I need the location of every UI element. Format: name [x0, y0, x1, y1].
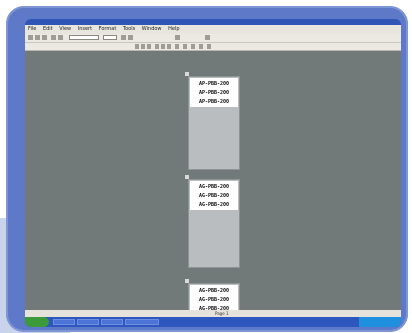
- label-line: AG-PBB-200: [198, 184, 230, 190]
- copy-icon[interactable]: [128, 35, 133, 40]
- label-line: AP-PBB-200: [198, 90, 230, 96]
- page-marker: [185, 279, 189, 283]
- menu-insert[interactable]: Insert: [78, 26, 92, 32]
- save-icon[interactable]: [42, 35, 47, 40]
- menu-bar: File Edit View Insert Format Tools Windo…: [25, 25, 401, 34]
- font-field[interactable]: [69, 35, 99, 40]
- print-icon[interactable]: [51, 35, 56, 40]
- underline-icon[interactable]: [147, 44, 151, 49]
- label-line: AP-PBB-200: [198, 99, 230, 105]
- undo-icon[interactable]: [175, 35, 180, 40]
- italic-icon[interactable]: [141, 44, 145, 49]
- page-marker: [185, 72, 189, 76]
- application-window: File Edit View Insert Format Tools Windo…: [25, 19, 401, 327]
- preview-icon[interactable]: [58, 35, 63, 40]
- list-icon[interactable]: [175, 44, 179, 49]
- taskbar-item[interactable]: [101, 319, 123, 325]
- bold-icon[interactable]: [135, 44, 139, 49]
- menu-window[interactable]: Window: [142, 26, 162, 32]
- taskbar-item[interactable]: [53, 319, 75, 325]
- system-tray[interactable]: [359, 317, 401, 327]
- menu-format[interactable]: Format: [99, 26, 117, 32]
- align-center-icon[interactable]: [161, 44, 165, 49]
- standard-toolbar: [25, 34, 401, 43]
- new-icon[interactable]: [28, 35, 33, 40]
- label-page[interactable]: AP-PBB-200 AP-PBB-200 AP-PBB-200: [189, 77, 239, 169]
- label-line: AG-PBB-200: [198, 288, 230, 294]
- format-toolbar: [25, 43, 401, 51]
- page-info: Page 1: [215, 311, 229, 316]
- menu-tools[interactable]: Tools: [123, 26, 135, 32]
- align-right-icon[interactable]: [167, 44, 171, 49]
- document-area[interactable]: AP-PBB-200 AP-PBB-200 AP-PBB-200 AG-PBB-…: [25, 51, 401, 324]
- cut-icon[interactable]: [121, 35, 126, 40]
- label-line: AG-PBB-200: [198, 202, 230, 208]
- menu-view[interactable]: View: [59, 26, 71, 32]
- size-field[interactable]: [103, 35, 117, 40]
- open-icon[interactable]: [35, 35, 40, 40]
- taskbar-item[interactable]: [77, 319, 99, 325]
- page-marker: [185, 175, 189, 179]
- color-icon[interactable]: [199, 44, 203, 49]
- align-left-icon[interactable]: [155, 44, 159, 49]
- taskbar: [25, 317, 401, 327]
- redo-icon[interactable]: [205, 35, 210, 40]
- taskbar-item[interactable]: [125, 319, 159, 325]
- label-block: AP-PBB-200 AP-PBB-200 AP-PBB-200: [190, 78, 238, 107]
- label-page[interactable]: AG-PBB-200 AG-PBB-200 AG-PBB-200: [189, 180, 239, 267]
- indent-icon[interactable]: [183, 44, 187, 49]
- menu-file[interactable]: File: [28, 26, 36, 32]
- zoom-icon[interactable]: [207, 44, 211, 49]
- start-button[interactable]: [25, 317, 49, 327]
- label-line: AG-PBB-200: [198, 297, 230, 303]
- menu-edit[interactable]: Edit: [43, 26, 53, 32]
- label-line: AP-PBB-200: [198, 81, 230, 87]
- border-icon[interactable]: [191, 44, 195, 49]
- status-bar: Page 1: [25, 310, 401, 317]
- label-block: AG-PBB-200 AG-PBB-200 AG-PBB-200: [190, 181, 238, 210]
- menu-help[interactable]: Help: [168, 26, 179, 32]
- label-line: AG-PBB-200: [198, 193, 230, 199]
